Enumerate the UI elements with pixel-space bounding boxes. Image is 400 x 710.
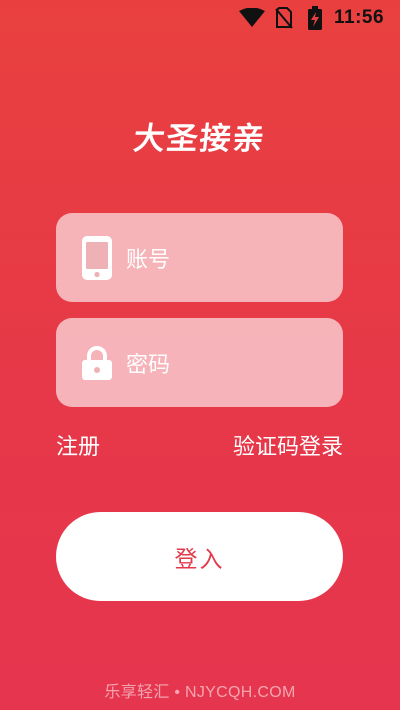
status-bar: 11:56 [0,0,400,36]
lock-icon [82,345,112,380]
app-title: 大圣接亲 [131,121,268,157]
login-button[interactable]: 登入 [56,512,343,601]
password-input[interactable]: 密码 [56,318,343,407]
no-sim-icon [275,7,293,29]
wifi-icon [239,8,265,27]
account-placeholder: 账号 [126,247,171,273]
account-input[interactable]: 账号 [56,213,343,302]
status-time: 11:56 [334,7,385,28]
phone-icon [82,235,112,280]
watermark: 乐享轻汇 • NJYCQH.COM [104,684,296,701]
battery-charging-icon [308,6,322,30]
register-link[interactable]: 注册 [56,429,100,461]
password-placeholder: 密码 [126,352,171,378]
code-login-link[interactable]: 验证码登录 [233,429,343,461]
